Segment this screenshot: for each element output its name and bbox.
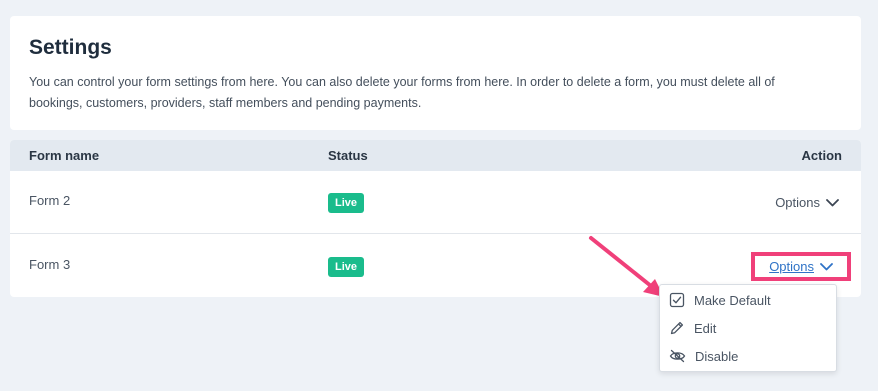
checkbox-icon <box>669 292 685 308</box>
annotation-arrow <box>589 236 664 297</box>
table-row: Form 2 Live Options <box>10 171 861 234</box>
menu-item-label: Edit <box>694 320 717 336</box>
status-badge: Live <box>328 193 365 213</box>
settings-card: Settings You can control your form setti… <box>10 16 861 130</box>
eye-slash-icon <box>669 349 686 363</box>
options-button[interactable]: Options <box>775 195 839 210</box>
options-label: Options <box>769 259 814 274</box>
table-header: Form name Status Action <box>10 140 861 171</box>
options-button-active[interactable]: Options <box>751 252 851 281</box>
menu-item-label: Make Default <box>694 292 771 308</box>
options-label: Options <box>775 195 820 210</box>
options-dropdown-menu: Make Default Edit Disable <box>659 284 837 372</box>
chevron-down-icon <box>820 262 833 270</box>
page-description: You can control your form settings from … <box>29 75 775 110</box>
column-header-form-name: Form name <box>29 148 100 163</box>
menu-item-disable[interactable]: Disable <box>669 346 738 366</box>
chevron-down-icon <box>826 198 839 206</box>
menu-item-edit[interactable]: Edit <box>669 318 716 338</box>
column-header-action: Action <box>801 148 842 163</box>
form-name: Form 3 <box>29 257 71 272</box>
form-name: Form 2 <box>29 193 71 208</box>
status-badge: Live <box>328 257 365 277</box>
page-title: Settings <box>29 36 112 59</box>
column-header-status: Status <box>328 148 368 163</box>
menu-item-label: Disable <box>695 348 739 364</box>
menu-item-make-default[interactable]: Make Default <box>669 290 771 310</box>
pencil-icon <box>670 321 684 335</box>
forms-table: Form name Status Action Form 2 Live Opti… <box>10 140 861 297</box>
